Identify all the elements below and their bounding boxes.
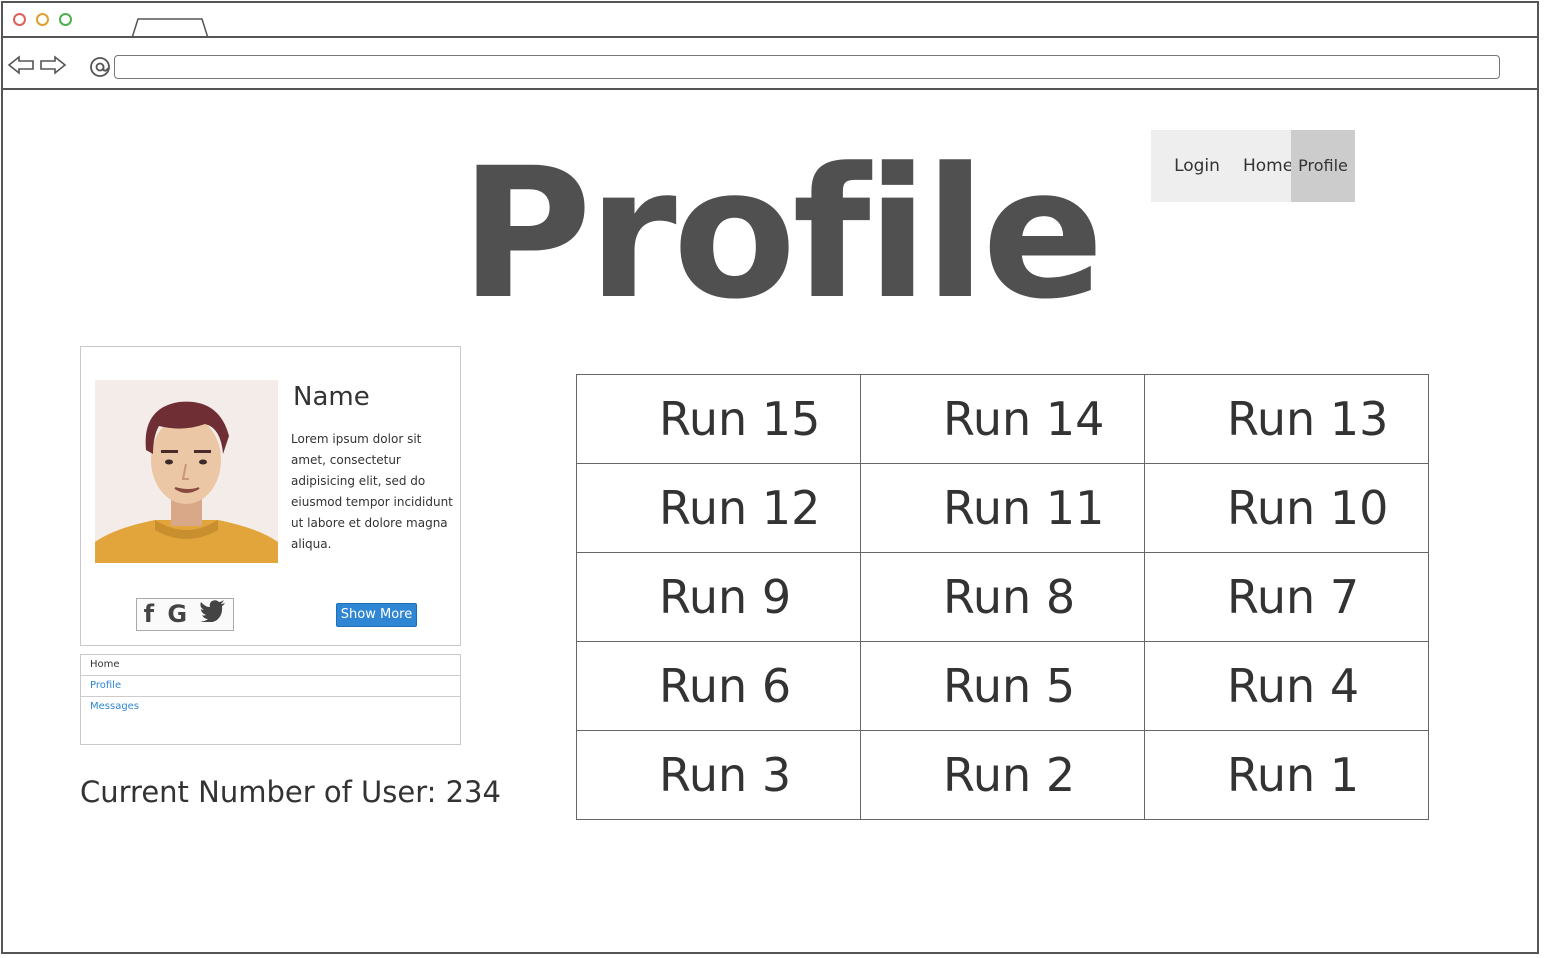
forward-arrow-icon[interactable] — [39, 54, 67, 80]
run-cell[interactable]: Run 15 — [576, 374, 861, 464]
run-cell[interactable]: Run 8 — [860, 552, 1145, 642]
run-cell[interactable]: Run 10 — [1144, 463, 1429, 553]
side-menu: Home Profile Messages — [80, 654, 461, 745]
browser-tab[interactable] — [130, 17, 210, 38]
runs-grid: Run 15 Run 14 Run 13 Run 12 Run 11 Run 1… — [576, 374, 1429, 820]
runs-row: Run 3 Run 2 Run 1 — [576, 730, 1429, 820]
run-cell[interactable]: Run 11 — [860, 463, 1145, 553]
browser-addressbar — [3, 38, 1537, 90]
run-cell[interactable]: Run 13 — [1144, 374, 1429, 464]
nav-login[interactable]: Login — [1151, 130, 1243, 202]
top-navigation: Login Home Profile — [1151, 130, 1355, 202]
profile-bio: Lorem ipsum dolor sit amet, consectetur … — [291, 432, 453, 551]
social-links: f G — [136, 598, 234, 631]
facebook-icon[interactable]: f — [144, 598, 154, 631]
side-menu-item-home[interactable]: Home — [81, 655, 460, 676]
runs-row: Run 15 Run 14 Run 13 — [576, 374, 1429, 464]
side-menu-item-messages[interactable]: Messages — [81, 697, 460, 717]
close-window-icon[interactable] — [13, 13, 26, 26]
run-cell[interactable]: Run 14 — [860, 374, 1145, 464]
run-cell[interactable]: Run 7 — [1144, 552, 1429, 642]
user-count-label: Current Number of User: 234 — [80, 775, 501, 809]
profile-name: Name — [293, 382, 370, 412]
url-input[interactable] — [114, 55, 1500, 79]
profile-card: Name Lorem ipsum dolor sit amet, consect… — [80, 346, 461, 646]
reload-icon[interactable] — [88, 55, 112, 83]
run-cell[interactable]: Run 2 — [860, 730, 1145, 820]
minimize-window-icon[interactable] — [36, 13, 49, 26]
run-cell[interactable]: Run 6 — [576, 641, 861, 731]
run-cell[interactable]: Run 4 — [1144, 641, 1429, 731]
run-cell[interactable]: Run 5 — [860, 641, 1145, 731]
google-icon[interactable]: G — [167, 598, 187, 631]
nav-profile[interactable]: Profile — [1291, 130, 1355, 202]
page-title: Profile — [460, 130, 1104, 339]
twitter-icon[interactable] — [200, 598, 226, 631]
nav-home[interactable]: Home — [1243, 130, 1293, 202]
side-menu-item-profile[interactable]: Profile — [81, 676, 460, 697]
runs-row: Run 6 Run 5 Run 4 — [576, 641, 1429, 731]
maximize-window-icon[interactable] — [59, 13, 72, 26]
run-cell[interactable]: Run 9 — [576, 552, 861, 642]
runs-row: Run 9 Run 8 Run 7 — [576, 552, 1429, 642]
avatar — [95, 380, 278, 563]
run-cell[interactable]: Run 1 — [1144, 730, 1429, 820]
run-cell[interactable]: Run 3 — [576, 730, 861, 820]
browser-titlebar — [3, 3, 1537, 38]
show-more-button[interactable]: Show More — [336, 603, 417, 627]
run-cell[interactable]: Run 12 — [576, 463, 861, 553]
back-arrow-icon[interactable] — [7, 54, 35, 80]
runs-row: Run 12 Run 11 Run 10 — [576, 463, 1429, 553]
